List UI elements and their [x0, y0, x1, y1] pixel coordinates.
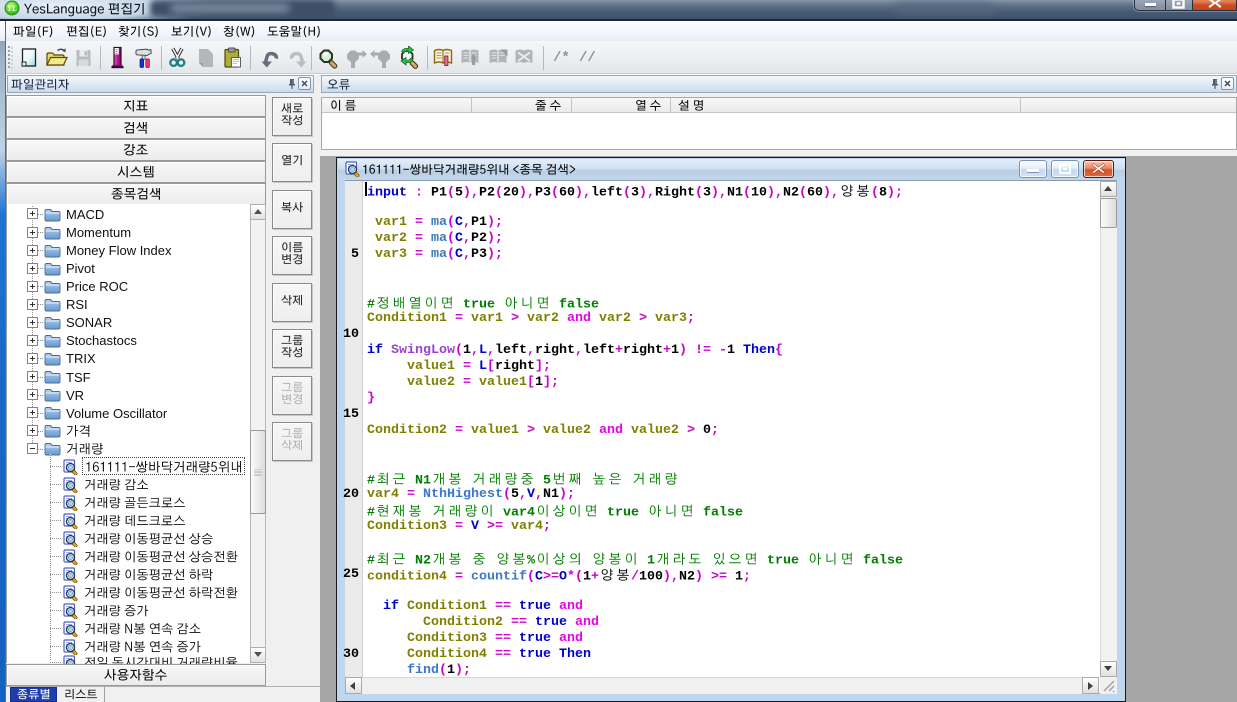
svg-text:YL: YL: [7, 4, 17, 13]
